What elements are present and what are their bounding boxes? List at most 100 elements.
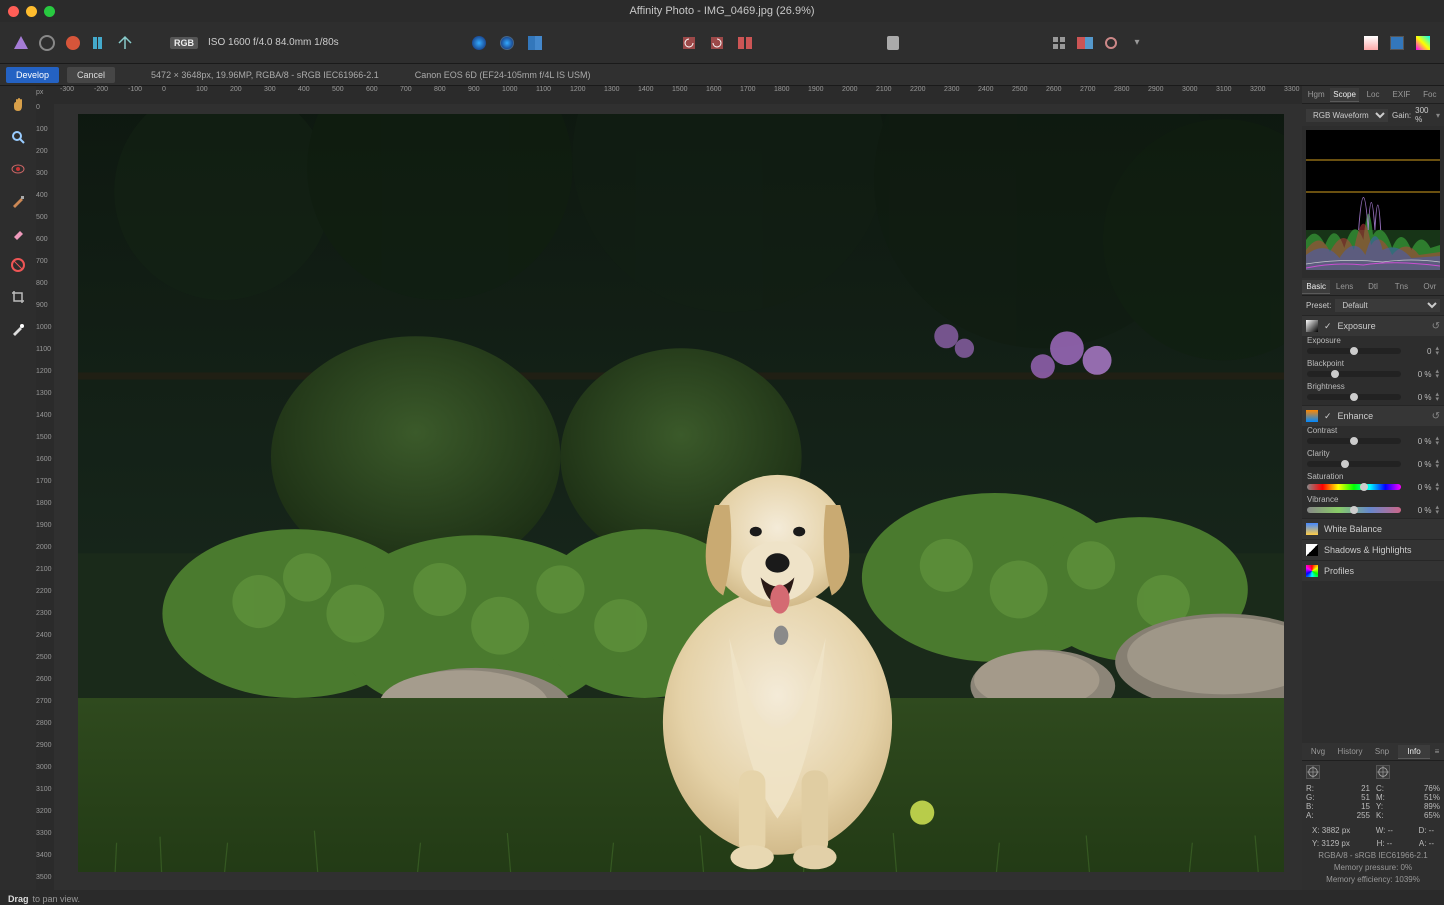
- canvas-area: px -300-200-1000100200300400500600700800…: [36, 86, 1302, 890]
- profiles-section-title: Profiles: [1324, 566, 1354, 576]
- enhance-section-header[interactable]: ✓ Enhance ↺: [1302, 405, 1444, 426]
- exposure-slider-track[interactable]: [1307, 348, 1401, 354]
- gain-value: 300 %: [1415, 106, 1432, 124]
- minimize-window-button[interactable]: [26, 6, 37, 17]
- tab-hgm[interactable]: Hgm: [1302, 88, 1330, 101]
- info-memory-pressure: Memory pressure: 0%: [1306, 862, 1440, 874]
- sync-icon[interactable]: [1100, 32, 1122, 54]
- info-panel-tabs: Nvg History Snp Info ≡: [1302, 743, 1444, 761]
- tab-loc[interactable]: Loc: [1359, 88, 1387, 101]
- profiles-section-header[interactable]: Profiles: [1302, 560, 1444, 581]
- shadows-highlights-section-header[interactable]: Shadows & Highlights: [1302, 539, 1444, 560]
- tab-snp[interactable]: Snp: [1366, 745, 1398, 758]
- enhance-section-title: Enhance: [1338, 411, 1374, 421]
- contrast-slider-track[interactable]: [1307, 438, 1401, 444]
- tab-info[interactable]: Info: [1398, 745, 1430, 759]
- blackpoint-slider: Blackpoint 0 %▴▾: [1302, 359, 1444, 382]
- rotate-left-icon[interactable]: [678, 32, 700, 54]
- fullscreen-window-button[interactable]: [44, 6, 55, 17]
- clarity-slider-track[interactable]: [1307, 461, 1401, 467]
- white-balance-tool-icon[interactable]: [7, 318, 29, 340]
- enhance-reset-icon[interactable]: ↺: [1432, 411, 1440, 422]
- scope-mode-select[interactable]: RGB Waveform: [1306, 109, 1388, 122]
- rgb-waveform-display: [1306, 130, 1440, 270]
- rgb-sampler: R:21 G:51 B:15 A:255: [1306, 765, 1370, 820]
- before-after-icon[interactable]: [1074, 32, 1096, 54]
- tab-dtl[interactable]: Dtl: [1359, 280, 1387, 293]
- rgb-badge: RGB: [170, 37, 198, 49]
- close-window-button[interactable]: [8, 6, 19, 17]
- sh-swatch-icon: [1306, 544, 1318, 556]
- camera-meta-text: ISO 1600 f/4.0 84.0mm 1/80s: [208, 37, 339, 48]
- grid-icon[interactable]: [1048, 32, 1070, 54]
- photo-persona-icon[interactable]: [10, 32, 32, 54]
- gain-label: Gain:: [1392, 111, 1411, 120]
- mirror-icon[interactable]: [734, 32, 756, 54]
- zoom-tool-icon[interactable]: [7, 126, 29, 148]
- toolbar-clip-group: [882, 32, 904, 54]
- exposure-reset-icon[interactable]: ↺: [1432, 321, 1440, 332]
- exposure-enabled-check[interactable]: ✓: [1324, 321, 1332, 332]
- saturation-slider: Saturation 0 %▴▾: [1302, 472, 1444, 495]
- tonemap-persona-icon[interactable]: [88, 32, 110, 54]
- info-panel-menu-icon[interactable]: ≡: [1430, 745, 1444, 758]
- main-toolbar: RGB ISO 1600 f/4.0 84.0mm 1/80s ▾: [0, 22, 1444, 64]
- rotate-right-icon[interactable]: [706, 32, 728, 54]
- clipping-icon[interactable]: [882, 32, 904, 54]
- swatch-icon[interactable]: [1386, 32, 1408, 54]
- cmyk-sampler: C:76% M:51% Y:89% K:65%: [1376, 765, 1440, 820]
- tab-foc[interactable]: Foc: [1416, 88, 1444, 101]
- tab-lens[interactable]: Lens: [1330, 280, 1358, 293]
- toolbar-right-group: [1360, 32, 1434, 54]
- redeye-tool-icon[interactable]: [7, 158, 29, 180]
- exposure-section-header[interactable]: ✓ Exposure ↺: [1302, 315, 1444, 336]
- tab-ovr[interactable]: Ovr: [1416, 280, 1444, 293]
- ruler-horizontal: px -300-200-1000100200300400500600700800…: [36, 86, 1302, 104]
- tab-scope[interactable]: Scope: [1330, 88, 1358, 102]
- toolbar-layout-group: ▾: [1048, 32, 1148, 54]
- profiles-swatch-icon: [1306, 565, 1318, 577]
- brightness-slider-track[interactable]: [1307, 394, 1401, 400]
- sh-section-title: Shadows & Highlights: [1324, 545, 1412, 555]
- tab-basic[interactable]: Basic: [1302, 280, 1330, 294]
- blackpoint-slider-track[interactable]: [1307, 371, 1401, 377]
- assistant-icon[interactable]: [1360, 32, 1382, 54]
- tab-tns[interactable]: Tns: [1387, 280, 1415, 293]
- saturation-slider-track[interactable]: [1307, 484, 1401, 490]
- crop-tool-icon[interactable]: [7, 286, 29, 308]
- vibrance-slider-track[interactable]: [1307, 507, 1401, 513]
- photo-image: [78, 114, 1284, 872]
- preset-select[interactable]: Default: [1335, 299, 1440, 312]
- scope-settings-row: RGB Waveform Gain: 300 % ▾: [1302, 104, 1444, 126]
- overlay-paint-tool-icon[interactable]: [7, 190, 29, 212]
- image-dimensions-text: 5472 × 3648px, 19.96MP, RGBA/8 - sRGB IE…: [151, 70, 379, 80]
- hand-tool-icon[interactable]: [7, 94, 29, 116]
- develop-persona-icon[interactable]: [62, 32, 84, 54]
- right-panel: Hgm Scope Loc EXIF Foc RGB Waveform Gain…: [1302, 86, 1444, 890]
- tab-exif[interactable]: EXIF: [1387, 88, 1415, 101]
- overlay-gradient-tool-icon[interactable]: [7, 254, 29, 276]
- cmyk-sampler-icon[interactable]: [1376, 765, 1390, 779]
- white-balance-section-header[interactable]: White Balance: [1302, 518, 1444, 539]
- status-hint: to pan view.: [33, 894, 81, 904]
- info-panel-body: R:21 G:51 B:15 A:255 C:76% M:51% Y:89% K…: [1302, 761, 1444, 890]
- gain-dropdown-icon[interactable]: ▾: [1436, 111, 1440, 120]
- titlebar: Affinity Photo - IMG_0469.jpg (26.9%): [0, 0, 1444, 22]
- dropdown-icon[interactable]: ▾: [1126, 32, 1148, 54]
- palette-icon[interactable]: [1412, 32, 1434, 54]
- export-persona-icon[interactable]: [114, 32, 136, 54]
- canvas-viewport[interactable]: [54, 104, 1302, 890]
- develop-button[interactable]: Develop: [6, 67, 59, 83]
- cancel-button[interactable]: Cancel: [67, 67, 115, 83]
- toggle-1-icon[interactable]: [468, 32, 490, 54]
- main-area: px -300-200-1000100200300400500600700800…: [0, 86, 1444, 890]
- tab-history[interactable]: History: [1334, 745, 1366, 758]
- overlay-erase-tool-icon[interactable]: [7, 222, 29, 244]
- liquify-persona-icon[interactable]: [36, 32, 58, 54]
- toggle-2-icon[interactable]: [496, 32, 518, 54]
- toggle-3-icon[interactable]: [524, 32, 546, 54]
- enhance-enabled-check[interactable]: ✓: [1324, 411, 1332, 422]
- toolbar-snap-group: [468, 32, 546, 54]
- tab-nvg[interactable]: Nvg: [1302, 745, 1334, 758]
- rgb-sampler-icon[interactable]: [1306, 765, 1320, 779]
